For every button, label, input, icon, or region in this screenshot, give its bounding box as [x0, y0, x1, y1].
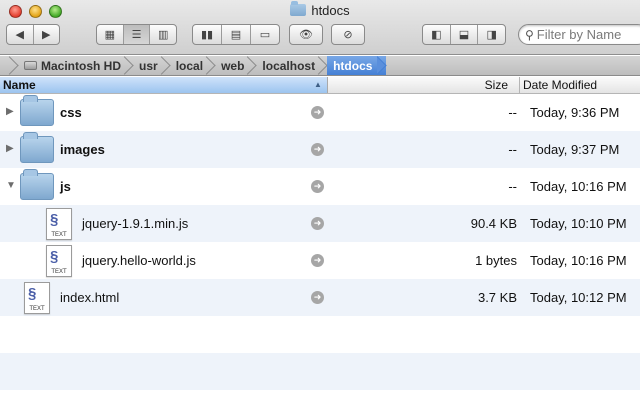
script-glyph-icon: §	[50, 248, 59, 265]
column-view-button[interactable]: ▥	[150, 25, 176, 44]
item-size: 90.4 KB	[470, 216, 517, 231]
item-date: Today, 9:37 PM	[530, 142, 620, 157]
size-column-header[interactable]: Size	[329, 77, 520, 93]
hard-disk-icon	[24, 61, 37, 70]
disclosure-triangle-right-icon[interactable]: ▶	[6, 143, 14, 154]
sidebar-bottom-icon: ⬓	[458, 29, 470, 41]
list-item[interactable]: ▼ js ➜ -- Today, 10:16 PM	[0, 168, 640, 205]
path-item-htdocs[interactable]: htdocs	[327, 56, 387, 75]
folder-icon	[20, 95, 54, 126]
list-view-button[interactable]: ☰	[123, 25, 151, 44]
coverflow-button[interactable]: ▮▮	[193, 25, 222, 44]
list-item[interactable]: ▶ css ➜ -- Today, 9:36 PM	[0, 94, 640, 131]
item-name: jquery.hello-world.js	[82, 253, 196, 268]
arrow-circle-icon[interactable]: ➜	[311, 291, 324, 304]
back-forward-control: ◀ ▶	[6, 24, 60, 45]
item-size: 3.7 KB	[477, 290, 517, 305]
sort-ascending-icon: ▲	[314, 80, 322, 89]
list-item[interactable]: § TEXT index.html ➜ 3.7 KB Today, 10:12 P…	[0, 279, 640, 316]
item-size: --	[508, 105, 517, 120]
column-view-icon: ▥	[157, 29, 169, 41]
item-name: jquery-1.9.1.min.js	[82, 216, 189, 231]
sidebar-left-button[interactable]: ◧	[423, 25, 451, 44]
search-field[interactable]: ⚲	[518, 24, 640, 45]
barcode-icon: ▮▮	[200, 29, 214, 41]
list-item[interactable]: ▶ images ➜ -- Today, 9:37 PM	[0, 131, 640, 168]
item-size: --	[508, 142, 517, 157]
preview-pane-button[interactable]: ▭	[251, 25, 279, 44]
path-bar: Macintosh HD usr local web localhost htd…	[0, 56, 640, 76]
text-document-icon: § TEXT	[46, 208, 72, 240]
layout-control: ◧ ⬓ ◨	[422, 24, 506, 45]
folder-icon	[20, 169, 54, 200]
path-item-usr[interactable]: usr	[133, 56, 170, 75]
arrow-circle-icon[interactable]: ➜	[311, 217, 324, 230]
chevron-left-icon: ◀	[15, 29, 24, 41]
item-name: images	[60, 142, 105, 157]
item-date: Today, 9:36 PM	[530, 105, 620, 120]
arrange-button[interactable]: ▤	[222, 25, 251, 44]
arrow-circle-icon[interactable]: ➜	[311, 106, 324, 119]
disclosure-triangle-down-icon[interactable]: ▼	[6, 180, 16, 191]
empty-row	[0, 316, 640, 353]
text-document-icon: § TEXT	[46, 245, 72, 277]
list-item[interactable]: § TEXT jquery-1.9.1.min.js ➜ 90.4 KB Toda…	[0, 205, 640, 242]
item-size: --	[508, 179, 517, 194]
action-button[interactable]: ⊘	[331, 24, 365, 45]
chevron-right-icon: ▶	[42, 29, 51, 41]
text-document-icon: § TEXT	[24, 282, 50, 314]
eye-icon: 👁	[299, 29, 313, 41]
name-column-header[interactable]: Name	[0, 77, 328, 93]
icon-view-button[interactable]: ▦	[97, 25, 124, 44]
item-date: Today, 10:16 PM	[530, 179, 627, 194]
forward-button[interactable]: ▶	[34, 25, 60, 44]
list-item[interactable]: § TEXT jquery.hello-world.js ➜ 1 bytes To…	[0, 242, 640, 279]
path-item-local[interactable]: local	[170, 56, 215, 75]
no-entry-icon: ⊘	[343, 29, 353, 41]
file-list: ▶ css ➜ -- Today, 9:36 PM ▶ images ➜ -- …	[0, 94, 640, 390]
item-size: 1 bytes	[475, 253, 517, 268]
path-item-web[interactable]: web	[215, 56, 256, 75]
folder-icon	[20, 132, 54, 163]
arrow-circle-icon[interactable]: ➜	[311, 143, 324, 156]
sidebar-left-icon: ◧	[431, 29, 442, 41]
disclosure-triangle-right-icon[interactable]: ▶	[6, 106, 14, 117]
path-item-localhost[interactable]: localhost	[256, 56, 327, 75]
icon-view-icon: ▦	[104, 29, 116, 41]
quick-look-button[interactable]: 👁	[289, 24, 323, 45]
empty-row	[0, 353, 640, 390]
view-mode-control: ▦ ☰ ▥	[96, 24, 177, 45]
back-button[interactable]: ◀	[7, 25, 34, 44]
column-header: Name ▲ Size Date Modified	[0, 77, 640, 94]
window-title: htdocs	[0, 1, 640, 18]
list-view-icon: ☰	[131, 29, 142, 41]
search-icon: ⚲	[525, 27, 534, 42]
sidebar-right-button[interactable]: ◨	[478, 25, 505, 44]
grid-icon: ▤	[230, 29, 242, 41]
date-modified-column-header[interactable]: Date Modified	[523, 77, 597, 93]
sidebar-bottom-button[interactable]: ⬓	[451, 25, 479, 44]
item-date: Today, 10:12 PM	[530, 290, 627, 305]
script-glyph-icon: §	[50, 211, 59, 228]
apple-icon	[0, 56, 18, 75]
arrow-circle-icon[interactable]: ➜	[311, 254, 324, 267]
sidebar-right-icon: ◨	[486, 29, 497, 41]
path-item-macintosh-hd[interactable]: Macintosh HD	[18, 56, 133, 75]
item-name: index.html	[60, 290, 120, 305]
script-glyph-icon: §	[28, 285, 37, 302]
item-date: Today, 10:10 PM	[530, 216, 627, 231]
window-title-text: htdocs	[311, 3, 350, 18]
item-name: css	[60, 105, 82, 120]
pane-icon: ▭	[259, 29, 271, 41]
arrange-control: ▮▮ ▤ ▭	[192, 24, 280, 45]
item-name: js	[60, 179, 71, 194]
arrow-circle-icon[interactable]: ➜	[311, 180, 324, 193]
window-toolbar: htdocs ◀ ▶ ▦ ☰ ▥ ▮▮ ▤ ▭ 👁 ⊘ ◧ ⬓ ◨ ⚲	[0, 0, 640, 55]
item-date: Today, 10:16 PM	[530, 253, 627, 268]
folder-icon	[290, 1, 307, 16]
search-input[interactable]	[536, 27, 640, 42]
